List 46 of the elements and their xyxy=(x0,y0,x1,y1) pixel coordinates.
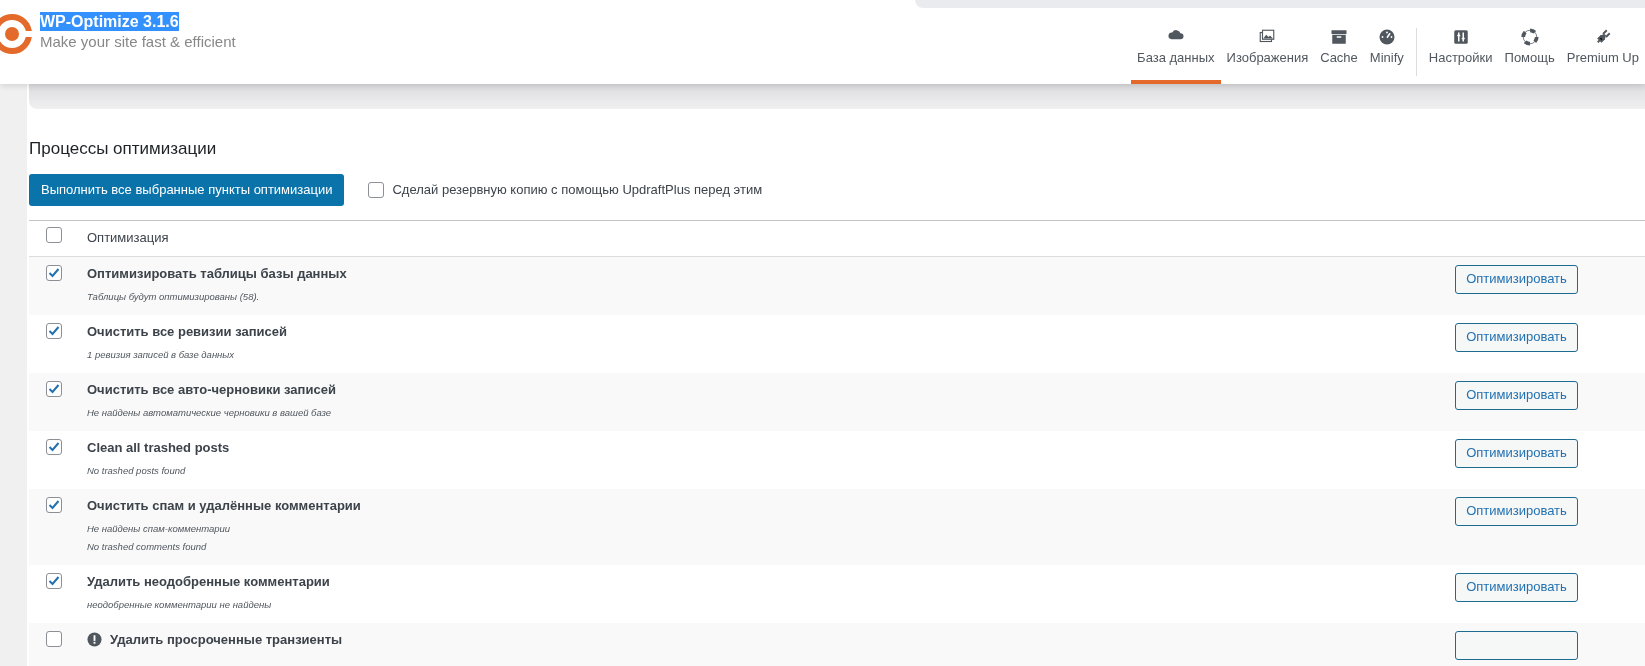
nav-tab[interactable]: Premium Up xyxy=(1560,24,1645,84)
optimize-button[interactable]: Оптимизировать xyxy=(1455,496,1578,526)
optimization-note: No trashed posts found xyxy=(87,463,187,478)
plugin-title: WP-Optimize 3.1.6 xyxy=(40,12,179,31)
optimization-title: Очистить все авто-черновики записей xyxy=(87,380,336,398)
gauge-icon xyxy=(1377,28,1396,46)
optimization-title: Удалить просроченные транзиенты xyxy=(110,630,343,648)
nav-tab[interactable]: Cache xyxy=(1314,24,1364,84)
optimize-button[interactable]: Оптимизировать xyxy=(1455,322,1578,352)
checkbox[interactable] xyxy=(46,264,62,281)
checkbox[interactable] xyxy=(46,496,62,513)
sliders-icon xyxy=(1451,28,1470,46)
checkbox[interactable] xyxy=(46,630,62,647)
checkbox[interactable] xyxy=(46,572,62,589)
nav-tab[interactable]: Minify xyxy=(1363,24,1410,84)
column-header: Оптимизация xyxy=(87,229,169,248)
optimization-note: No trashed comments found xyxy=(87,539,208,554)
optimization-title: Удалить неодобренные комментарии xyxy=(87,572,330,590)
optimize-button[interactable]: Оптимизировать xyxy=(1455,264,1578,294)
optimize-button[interactable]: Оптимизировать xyxy=(1455,572,1578,602)
checkbox[interactable] xyxy=(46,227,62,244)
plugin-tagline: Make your site fast & efficient xyxy=(40,32,236,51)
optimization-title: Очистить все ревизии записей xyxy=(87,322,287,340)
archive-box-icon xyxy=(1330,28,1349,46)
optimization-title: Очистить спам и удалённые комментарии xyxy=(87,496,361,514)
optimization-title: Оптимизировать таблицы базы данных xyxy=(87,264,347,282)
nav-tab[interactable]: Настройки xyxy=(1422,24,1499,84)
checkbox[interactable] xyxy=(46,380,62,397)
optimization-note: Не найдены спам-комментарии xyxy=(87,521,232,536)
backup-option-label: Сделай резервную копию с помощью UpdraftPlus перед этим xyxy=(392,180,763,199)
optimization-note: Таблицы будут оптимизированы (58). xyxy=(87,289,261,304)
checkbox[interactable] xyxy=(368,181,385,198)
optimize-button[interactable]: Оптимизировать xyxy=(1455,438,1578,468)
checkbox[interactable] xyxy=(46,438,62,455)
section-title: Процессы оптимизации xyxy=(29,138,218,160)
nav-tab[interactable]: Изображения xyxy=(1220,24,1315,84)
optimize-button[interactable]: Оптимизировать xyxy=(1455,380,1578,410)
optimization-note: Не найдены автоматические черновики в вашей базе xyxy=(87,405,333,420)
optimization-note: 1 ревизия записей в базе данных xyxy=(87,347,236,362)
nav-tab[interactable]: Помощь xyxy=(1498,24,1561,84)
optimization-title: Clean all trashed posts xyxy=(87,438,230,456)
optimization-note: неодобренные комментарии не найдены xyxy=(87,597,273,612)
lifebuoy-icon xyxy=(1520,28,1539,46)
optimize-button[interactable] xyxy=(1455,630,1578,660)
checkbox[interactable] xyxy=(46,322,62,339)
run-optimizations-button[interactable]: Выполнить все выбранные пункты оптимизации xyxy=(29,173,345,206)
